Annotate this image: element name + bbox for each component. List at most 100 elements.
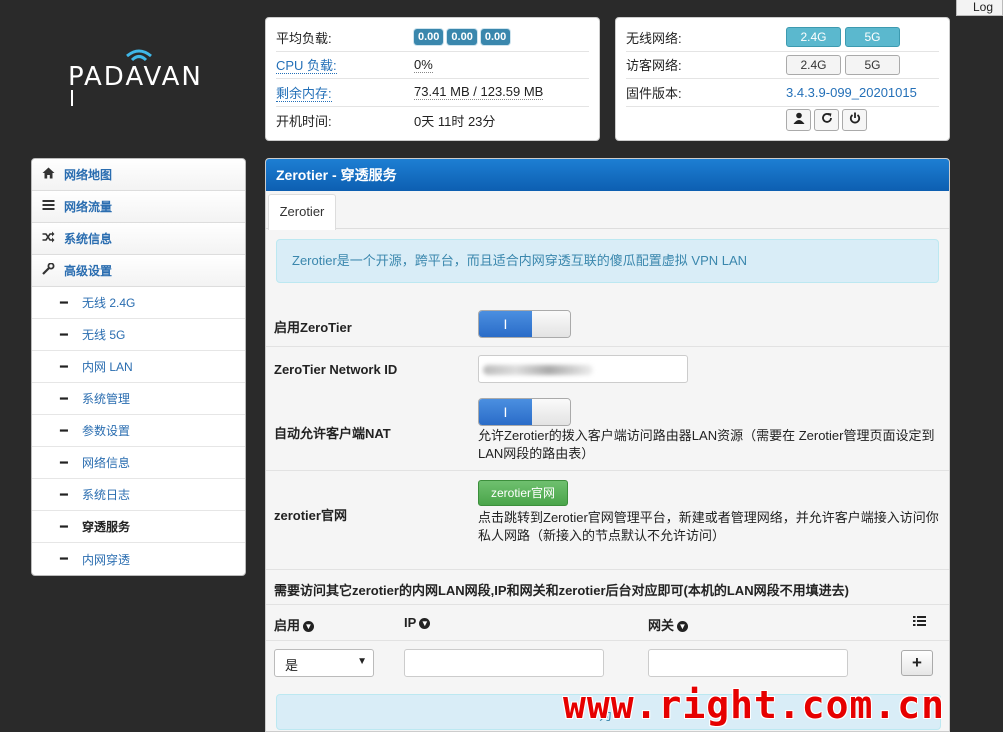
- sidebar-subitem-label: 系统管理: [82, 392, 131, 406]
- enable-label: 启用ZeroTier: [274, 320, 352, 335]
- network-id-input[interactable]: [478, 355, 688, 383]
- info-alert: Zerotier是一个开源，跨平台，而且适合内网穿透互联的傻瓜配置虚拟 VPN …: [276, 239, 939, 283]
- select-value: 是: [285, 658, 299, 673]
- dash-icon: ━: [60, 422, 68, 438]
- col-enable-label: 启用: [274, 618, 301, 633]
- sidebar-subitem-params[interactable]: ━ 参数设置: [32, 415, 245, 447]
- ip-input[interactable]: [404, 649, 604, 677]
- uptime-label: 开机时间:: [276, 113, 332, 129]
- section-title: 需要访问其它zerotier的内网LAN网段,IP和网关和zerotier后台对…: [274, 583, 849, 598]
- load-5m-badge: 0.00: [447, 29, 477, 46]
- sort-down-icon: ▼: [303, 621, 315, 632]
- section-header-row: 需要访问其它zerotier的内网LAN网段,IP和网关和zerotier后台对…: [266, 570, 949, 605]
- enable-row: 启用ZeroTier I: [266, 300, 949, 347]
- col-gateway-label: 网关: [648, 618, 675, 633]
- power-icon[interactable]: [842, 109, 867, 132]
- sidebar-subitem-syslog[interactable]: ━ 系统日志: [32, 479, 245, 511]
- dash-icon: ━: [60, 486, 68, 502]
- nat-row: 自动允许客户端NAT I 允许Zerotier的拨入客户端访问路由器LAN资源（…: [266, 393, 949, 471]
- dash-icon: ━: [60, 551, 68, 566]
- enable-toggle[interactable]: I: [478, 310, 571, 338]
- col-gateway-header[interactable]: 网关 ▼: [648, 615, 689, 634]
- wifi-label: 无线网络:: [626, 30, 682, 46]
- firmware-label: 固件版本:: [626, 85, 682, 101]
- network-id-label: ZeroTier Network ID: [274, 362, 398, 377]
- sidebar-item-advanced[interactable]: 高级设置: [32, 255, 245, 287]
- dash-icon: ━: [60, 358, 68, 374]
- wrench-icon: [42, 262, 64, 278]
- sidebar-item-label: 网络地图: [64, 168, 113, 182]
- sidebar-subitem-net-info[interactable]: ━ 网络信息: [32, 447, 245, 479]
- nat-toggle[interactable]: I: [478, 398, 571, 426]
- sidebar-subitem-label: 系统日志: [82, 488, 131, 502]
- memory-link[interactable]: 剩余内存:: [276, 85, 332, 102]
- wifi-row: 无线网络: 2.4G 5G: [626, 24, 939, 52]
- nat-label: 自动允许客户端NAT: [274, 426, 391, 441]
- logo-bar: [71, 90, 73, 106]
- sidebar-subitem-label: 参数设置: [82, 424, 131, 438]
- user-icon[interactable]: [786, 109, 811, 132]
- dash-icon: ━: [60, 326, 68, 342]
- watermark: www.right.com.cn: [563, 683, 946, 727]
- sidebar-item-network-map[interactable]: 网络地图: [32, 159, 245, 191]
- main-panel: Zerotier - 穿透服务 Zerotier Zerotier是一个开源，跨…: [265, 158, 950, 732]
- cpu-row: CPU 负载: 0%: [276, 52, 589, 79]
- site-description: 点击跳转到Zerotier官网管理平台，新建或者管理网络，并允许客户端接入访问你…: [478, 510, 939, 543]
- sidebar-subitem-label: 内网穿透: [82, 552, 131, 567]
- sidebar-subitem-label: 无线 2.4G: [82, 296, 136, 310]
- enable-select[interactable]: 是 ▼: [274, 649, 374, 677]
- nat-description: 允许Zerotier的拨入客户端访问路由器LAN资源（需要在 Zerotier管…: [478, 428, 935, 461]
- gateway-input[interactable]: [648, 649, 848, 677]
- sort-down-icon: ▼: [419, 618, 431, 629]
- sidebar-subitem-wifi-24g[interactable]: ━ 无线 2.4G: [32, 287, 245, 319]
- toggle-on-part: I: [479, 311, 532, 337]
- sidebar-item-traffic[interactable]: 网络流量: [32, 191, 245, 223]
- action-row: [626, 107, 939, 135]
- toggle-on-part: I: [479, 399, 532, 425]
- col-enable-header[interactable]: 启用 ▼: [274, 615, 315, 634]
- col-ip-header[interactable]: IP ▼: [404, 615, 431, 630]
- sidebar-subitem-label: 网络信息: [82, 456, 131, 470]
- sidebar-subitem-lan[interactable]: ━ 内网 LAN: [32, 351, 245, 383]
- reboot-icon[interactable]: [814, 109, 839, 132]
- uptime-value: 0天 11时 23分: [414, 113, 496, 129]
- toggle-off-part: [532, 311, 570, 337]
- table-header-row: 启用 ▼ IP ▼ 网关 ▼: [266, 605, 949, 641]
- sidebar-subitem-label: 内网 LAN: [82, 360, 133, 374]
- padavan-logo: PADAVAN: [68, 46, 218, 108]
- tab-zerotier[interactable]: Zerotier: [268, 194, 336, 230]
- network-id-row: ZeroTier Network ID: [266, 347, 949, 393]
- avg-load-label: 平均负载:: [276, 30, 332, 46]
- avg-load-row: 平均负载: 0.00 0.00 0.00: [276, 24, 589, 52]
- sort-down-icon: ▼: [677, 621, 689, 632]
- cpu-load-link[interactable]: CPU 负载:: [276, 58, 337, 75]
- redacted-value: [483, 365, 593, 375]
- add-row-button[interactable]: +: [901, 650, 933, 676]
- logo-text: PADAVAN: [68, 62, 203, 92]
- load-1m-badge: 0.00: [414, 29, 444, 46]
- guest-24g-button[interactable]: 2.4G: [786, 54, 841, 75]
- guest-5g-button[interactable]: 5G: [845, 54, 900, 75]
- system-status-box: 平均负载: 0.00 0.00 0.00 CPU 负载: 0% 剩余内存: 73…: [265, 17, 600, 141]
- shuffle-icon: [42, 231, 64, 246]
- sidebar-subitem-intranet[interactable]: ━ 内网穿透: [32, 543, 245, 575]
- dash-icon: ━: [60, 390, 68, 406]
- sidebar-subitem-admin[interactable]: ━ 系统管理: [32, 383, 245, 415]
- log-button[interactable]: Log: [956, 0, 1003, 16]
- sidebar-subitem-wifi-5g[interactable]: ━ 无线 5G: [32, 319, 245, 351]
- firmware-row: 固件版本: 3.4.3.9-099_20201015: [626, 79, 939, 107]
- sidebar-item-system-info[interactable]: 系统信息: [32, 223, 245, 255]
- wifi-24g-button[interactable]: 2.4G: [786, 27, 841, 48]
- sidebar-item-label: 系统信息: [64, 232, 113, 246]
- zerotier-site-button[interactable]: zerotier官网: [478, 480, 568, 506]
- sidebar: 网络地图 网络流量 系统信息 高级设置 ━ 无线 2.4G ━ 无线 5G ━ 内网 …: [31, 158, 246, 576]
- guest-label: 访客网络:: [626, 58, 682, 74]
- traffic-icon: [42, 199, 64, 214]
- load-15m-badge: 0.00: [480, 29, 511, 46]
- sidebar-item-label: 网络流量: [64, 200, 113, 214]
- wifi-5g-button[interactable]: 5G: [845, 27, 900, 48]
- firmware-version-link[interactable]: 3.4.3.9-099_20201015: [786, 85, 917, 100]
- dash-icon: ━: [60, 294, 68, 310]
- dash-icon: ━: [60, 518, 68, 534]
- sidebar-subitem-penetration[interactable]: ━ 穿透服务: [32, 511, 245, 543]
